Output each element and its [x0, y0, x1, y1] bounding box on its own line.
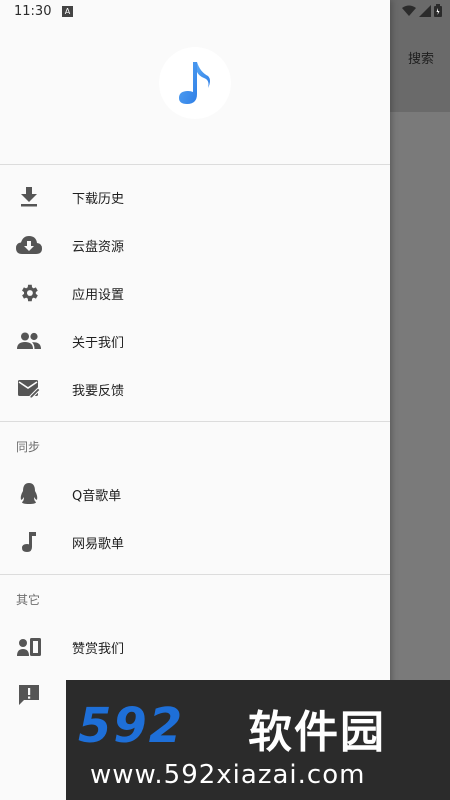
search-action[interactable]: 搜索: [408, 48, 434, 67]
people-icon: [16, 328, 42, 354]
menu-item-label: 云盘资源: [72, 239, 125, 255]
download-icon: [16, 184, 42, 210]
feedback-mail-icon: [16, 376, 42, 402]
music-note-icon: [179, 62, 210, 104]
app-logo: [159, 47, 231, 119]
qq-penguin-icon: [16, 481, 42, 507]
section-header-label: 其它: [16, 593, 41, 607]
status-time: 11:30: [14, 4, 52, 19]
menu-item-download-history[interactable]: 下载历史: [0, 173, 390, 221]
watermark-title: 软件园: [248, 707, 386, 758]
menu-item-feedback[interactable]: 我要反馈: [0, 365, 390, 413]
menu-item-label: 我要反馈: [72, 383, 125, 399]
wifi-icon: [402, 5, 416, 16]
gear-icon: [16, 280, 42, 306]
menu-item-about-us[interactable]: 关于我们: [0, 317, 390, 365]
watermark-url: www.592xiazai.com: [90, 760, 366, 790]
signal-icon: [419, 4, 431, 17]
menu-item-cloud-resources[interactable]: 云盘资源: [0, 221, 390, 269]
menu-item-label: 下载历史: [72, 191, 125, 207]
menu-item-donate[interactable]: 赞赏我们: [0, 623, 390, 671]
section-header-label: 同步: [16, 440, 41, 454]
menu-item-label: 关于我们: [72, 335, 125, 351]
menu-item-label: 应用设置: [72, 287, 125, 303]
watermark-banner: 592 软件园 www.592xiazai.com: [66, 680, 450, 800]
donate-icon: [16, 634, 42, 660]
report-icon: [16, 682, 42, 708]
menu-item-label: Q音歌单: [72, 488, 122, 504]
menu-item-label: 赞赏我们: [72, 641, 125, 657]
menu-item-netease-playlist[interactable]: 网易歌单: [0, 518, 390, 566]
drawer-header: [0, 0, 390, 165]
battery-icon: [434, 4, 442, 17]
menu-item-app-settings[interactable]: 应用设置: [0, 269, 390, 317]
menu-item-label: 网易歌单: [72, 536, 125, 552]
main-menu: 下载历史 云盘资源 应用设置 关于我们 我要反馈: [0, 165, 390, 413]
notification-badge: A: [62, 6, 73, 17]
status-icons: [402, 4, 442, 17]
cloud-download-icon: [16, 232, 42, 258]
menu-item-q-playlist[interactable]: Q音歌单: [0, 470, 390, 518]
watermark-logo: 592: [78, 698, 185, 754]
music-note-icon: [16, 529, 42, 555]
section-header-sync: 同步: [0, 422, 390, 470]
section-header-other: 其它: [0, 575, 390, 623]
